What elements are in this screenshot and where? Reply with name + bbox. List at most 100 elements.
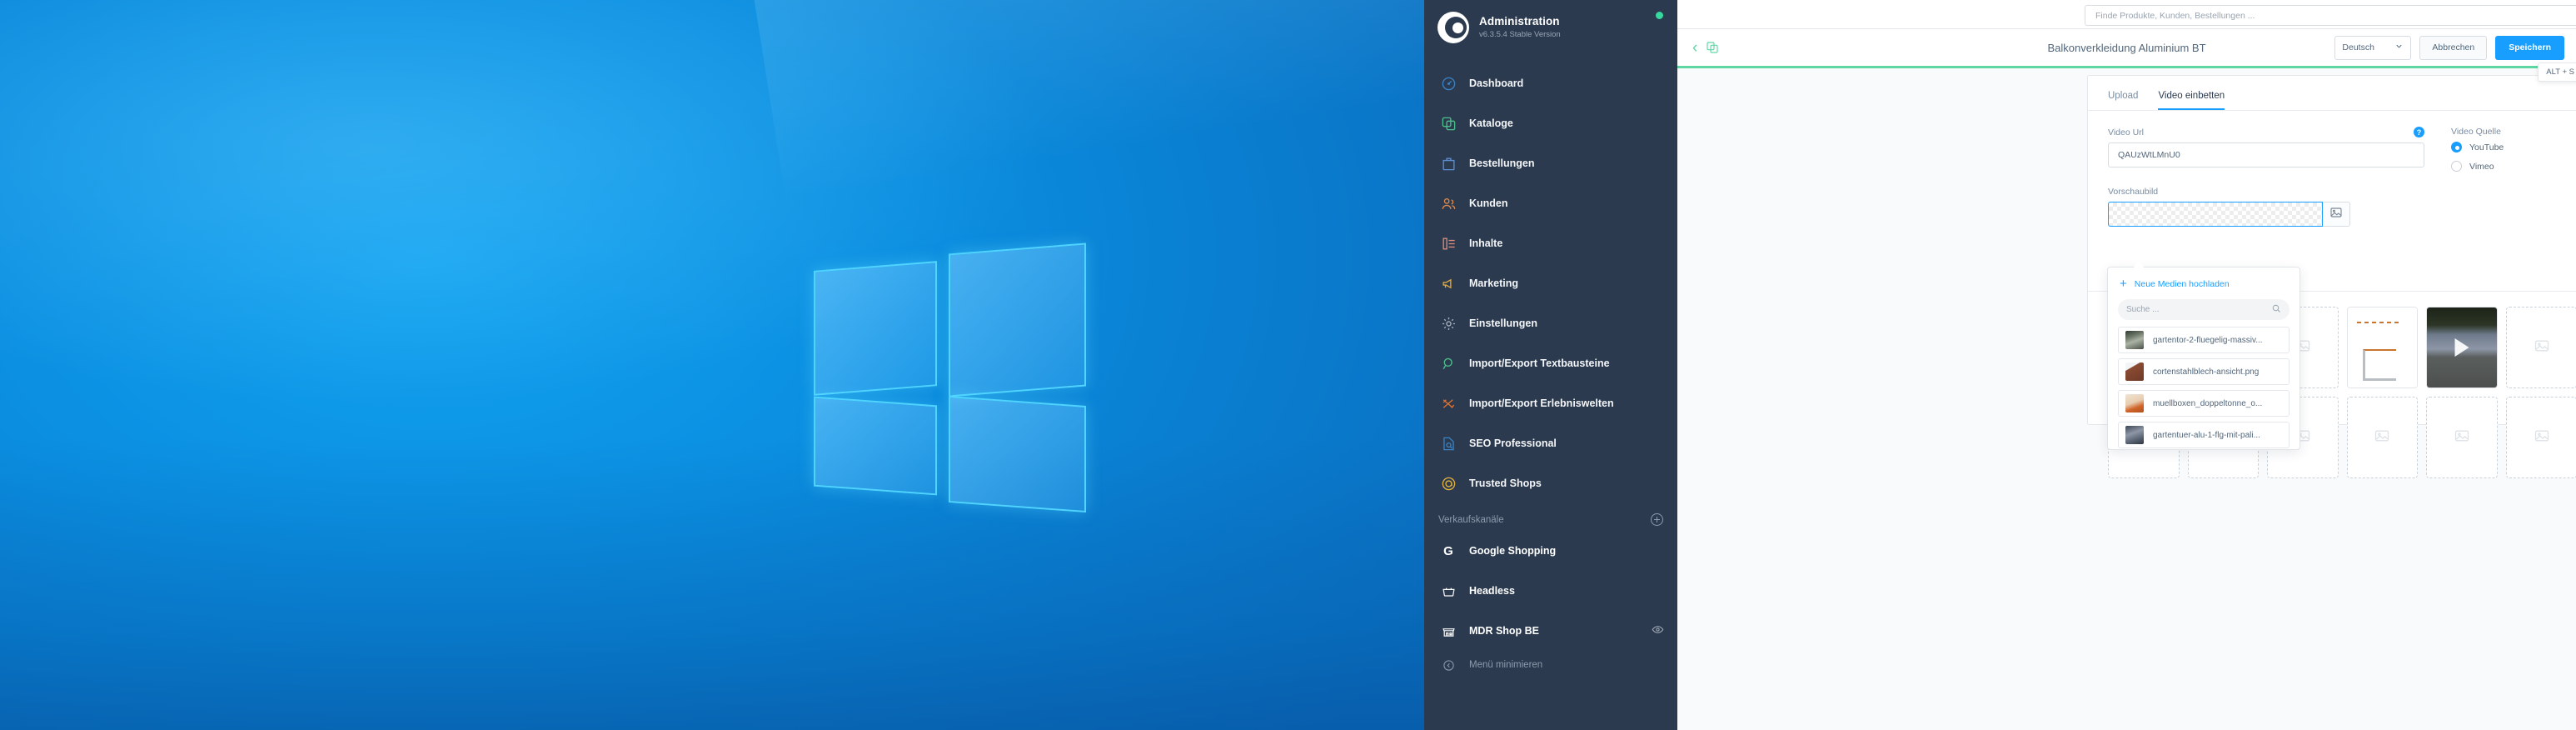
preview-image-picker-button[interactable] <box>2323 202 2350 227</box>
sidebar-item-kunden[interactable]: Kunden <box>1424 183 1677 223</box>
media-cell-empty[interactable] <box>2505 307 2576 388</box>
media-dropdown: + Neue Medien hochladen Suche ... garten… <box>2107 267 2300 450</box>
media-item-name: cortenstahlblech-ansicht.png <box>2153 367 2260 377</box>
radio-vimeo-label: Vimeo <box>2469 161 2494 172</box>
list-item[interactable]: cortenstahlblech-ansicht.png <box>2118 358 2290 385</box>
language-select-value: Deutsch <box>2342 42 2374 52</box>
sidebar-item-import-export-erlebniswelten[interactable]: Import/Export Erlebniswelten <box>1424 383 1677 423</box>
media-thumbnail <box>2125 362 2144 381</box>
cancel-button[interactable]: Abbrechen <box>2419 35 2488 60</box>
media-cell-empty[interactable] <box>2346 397 2419 478</box>
media-tabs: Upload Video einbetten <box>2088 76 2576 111</box>
list-item[interactable]: gartentor-2-fluegelig-massiv... <box>2118 327 2290 353</box>
media-item-name: muellboxen_doppeltonne_o... <box>2153 398 2263 408</box>
sidebar-item-seo-professional[interactable]: SEO Professional <box>1424 423 1677 463</box>
windows-logo-icon <box>802 242 1098 513</box>
sidebar-item-label: Bestellungen <box>1469 158 1535 169</box>
media-search-input[interactable]: Suche ... <box>2118 299 2290 320</box>
minimize-menu-button[interactable]: Menü minimieren <box>1424 651 1677 679</box>
sidebar-item-import-export-textbausteine[interactable]: Import/Export Textbausteine <box>1424 343 1677 383</box>
back-chevron-icon[interactable]: ‹ <box>1689 40 1704 56</box>
sidebar-item-kataloge[interactable]: Kataloge <box>1424 103 1677 143</box>
storefront-icon <box>1437 624 1459 638</box>
media-form-area: Medien Upload Video einbetten Video Url … <box>1677 68 2576 728</box>
sidebar-item-trusted-shops[interactable]: Trusted Shops <box>1424 463 1677 503</box>
sidebar-item-label: Google Shopping <box>1469 545 1557 557</box>
media-cell-empty[interactable] <box>2505 397 2576 478</box>
radio-youtube-label: YouTube <box>2469 142 2504 152</box>
video-url-input[interactable]: QAUzWtLMnU0 <box>2108 142 2424 168</box>
sidebar: Administration v6.3.5.4 Stable Version D… <box>1424 0 1677 730</box>
radio-vimeo[interactable]: Vimeo <box>2451 161 2504 172</box>
save-button[interactable]: Speichern <box>2495 35 2564 60</box>
sidebar-item-label: SEO Professional <box>1469 438 1557 449</box>
media-thumbnail <box>2125 426 2144 444</box>
seo-page-icon <box>1437 436 1459 452</box>
main-navigation: Dashboard Kataloge Bestellungen Kunden I… <box>1424 57 1677 503</box>
windows-logo-pane-top-right <box>949 242 1086 398</box>
global-search-input[interactable]: Finde Produkte, Kunden, Bestellungen ... <box>2085 5 2576 26</box>
sidebar-item-label: Marketing <box>1469 278 1519 289</box>
media-search-placeholder: Suche ... <box>2126 305 2160 314</box>
list-item[interactable]: gartentuer-alu-1-flg-mit-pali... <box>2118 422 2290 448</box>
sidebar-item-marketing[interactable]: Marketing <box>1424 263 1677 303</box>
image-placeholder-icon <box>2374 428 2390 448</box>
wallpaper-floor <box>0 438 1424 730</box>
sidebar-item-bestellungen[interactable]: Bestellungen <box>1424 143 1677 183</box>
brand-header[interactable]: Administration v6.3.5.4 Stable Version <box>1424 0 1677 57</box>
preview-image-label: Vorschaubild <box>2108 187 2159 197</box>
bag-icon <box>1437 156 1459 172</box>
content-icon <box>1437 236 1459 252</box>
video-source-label: Video Quelle <box>2451 127 2501 137</box>
sidebar-item-label: Headless <box>1469 585 1515 597</box>
sidebar-item-label: MDR Shop BE <box>1469 625 1540 637</box>
sidebar-item-inhalte[interactable]: Inhalte <box>1424 223 1677 263</box>
sidebar-item-headless[interactable]: Headless <box>1424 571 1677 611</box>
image-placeholder-icon <box>2329 206 2343 223</box>
help-icon[interactable]: ? <box>2414 127 2424 138</box>
sidebar-item-label: Import/Export Textbausteine <box>1469 358 1610 369</box>
image-placeholder-icon <box>2454 428 2470 448</box>
list-item[interactable]: muellboxen_doppeltonne_o... <box>2118 390 2290 417</box>
chevron-left-circle-icon <box>1437 659 1459 672</box>
media-cell-empty[interactable] <box>2426 397 2498 478</box>
radio-youtube[interactable]: YouTube <box>2451 142 2504 152</box>
tab-video-einbetten[interactable]: Video einbetten <box>2158 91 2225 110</box>
sidebar-item-dashboard[interactable]: Dashboard <box>1424 63 1677 103</box>
sidebar-item-label: Trusted Shops <box>1469 478 1542 489</box>
video-url-label-row: Video Url ? <box>2108 127 2424 138</box>
brand-version: v6.3.5.4 Stable Version <box>1479 30 1561 39</box>
search-icon <box>2271 303 2281 316</box>
media-thumbnail <box>2125 331 2144 349</box>
plus-icon: + <box>2120 277 2127 291</box>
play-icon <box>2454 338 2469 357</box>
sidebar-item-label: Kataloge <box>1469 118 1513 129</box>
sidebar-item-google-shopping[interactable]: G Google Shopping <box>1424 531 1677 571</box>
global-search-placeholder: Finde Produkte, Kunden, Bestellungen ... <box>2095 10 2255 21</box>
language-select[interactable]: Deutsch <box>2334 35 2412 60</box>
duplicate-icon[interactable] <box>1706 41 1719 54</box>
shopware-logo-icon <box>1437 12 1469 43</box>
media-thumbnail <box>2125 394 2144 412</box>
eye-icon[interactable] <box>1652 623 1664 638</box>
shuffle-icon <box>1437 396 1459 412</box>
video-url-label: Video Url <box>2108 127 2144 138</box>
users-icon <box>1437 196 1459 212</box>
sidebar-item-mdr-shop-be[interactable]: MDR Shop BE <box>1424 611 1677 651</box>
sidebar-item-einstellungen[interactable]: Einstellungen <box>1424 303 1677 343</box>
media-item-name: gartentuer-alu-1-flg-mit-pali... <box>2153 430 2260 440</box>
sidebar-item-label: Dashboard <box>1469 78 1524 89</box>
radio-vimeo-indicator <box>2451 161 2462 172</box>
add-sales-channel-icon[interactable] <box>1651 513 1663 526</box>
upload-new-media-button[interactable]: + Neue Medien hochladen <box>2108 268 2299 298</box>
preview-image-input[interactable] <box>2108 202 2323 227</box>
search-icon <box>1437 356 1459 372</box>
sidebar-item-label: Import/Export Erlebniswelten <box>1469 398 1614 409</box>
save-shortcut-tooltip: ALT + S <box>2538 62 2576 82</box>
tab-upload[interactable]: Upload <box>2108 91 2138 110</box>
media-cell-video[interactable] <box>2426 307 2498 388</box>
media-cell-drawing[interactable] <box>2346 307 2419 388</box>
sales-channels-header: Verkaufskanäle <box>1424 503 1677 531</box>
gear-icon <box>1437 316 1459 332</box>
google-icon: G <box>1443 543 1453 558</box>
